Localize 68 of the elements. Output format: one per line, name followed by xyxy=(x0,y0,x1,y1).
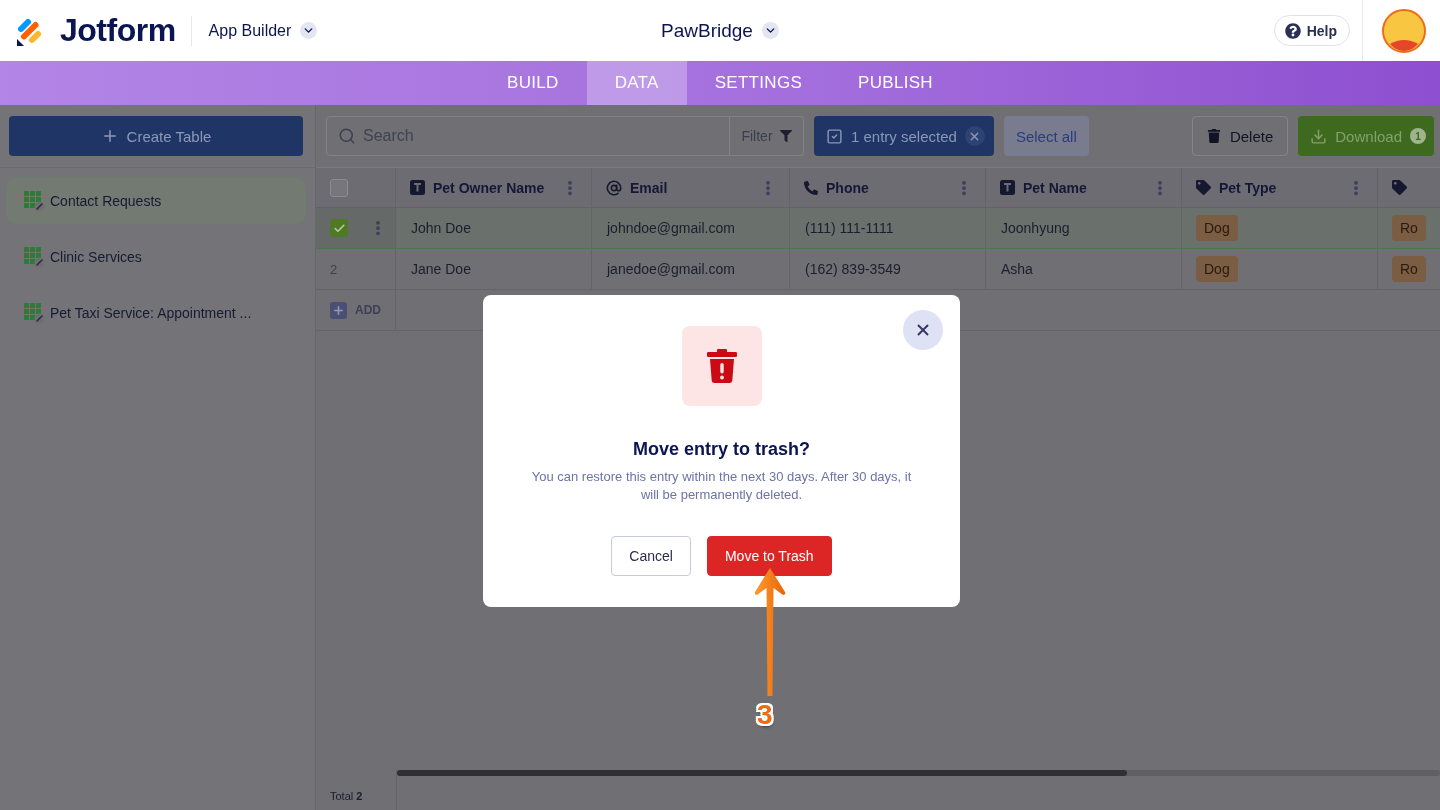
table-row[interactable]: John Doe johndoe@gmail.com (111) 111-1111 Joonhyung Dog Ro xyxy=(316,208,1440,249)
sidebar-item[interactable]: Clinic Services xyxy=(6,233,306,280)
filter-icon xyxy=(779,130,792,142)
product-menu[interactable]: App Builder xyxy=(208,21,318,40)
chevron-down-icon xyxy=(761,22,779,39)
row-checkbox[interactable] xyxy=(330,219,348,237)
move-to-trash-button[interactable]: Move to Trash xyxy=(706,536,832,576)
trash-icon xyxy=(1206,129,1221,143)
table-cell: Joonhyung xyxy=(986,208,1182,248)
table-cell: Asha xyxy=(986,249,1182,289)
table-icon xyxy=(23,245,45,268)
sidebar-item[interactable]: Contact Requests xyxy=(6,177,306,224)
phone-icon xyxy=(804,180,818,195)
nav-tab[interactable]: DATA xyxy=(586,61,687,105)
checkbox-icon xyxy=(826,127,843,145)
sidebar-item[interactable]: Pet Taxi Service: Appointment ... xyxy=(6,289,306,336)
column-title: Pet Owner Name xyxy=(433,179,546,196)
app-name-menu[interactable]: PawBridge xyxy=(661,19,779,42)
select-all-checkbox[interactable] xyxy=(330,178,348,197)
step-number: 3 xyxy=(757,699,773,731)
trash-warning-icon xyxy=(681,326,762,406)
download-icon xyxy=(1310,127,1328,145)
nav-tab[interactable]: BUILD xyxy=(479,61,587,105)
text-type-icon xyxy=(410,180,425,195)
check-icon xyxy=(332,221,346,235)
category-tag: Ro xyxy=(1392,215,1426,241)
close-button[interactable] xyxy=(903,310,943,350)
chevron-down-icon xyxy=(300,22,318,39)
category-tag: Ro xyxy=(1392,256,1426,282)
select-all-button[interactable]: Select all xyxy=(1003,116,1089,156)
dialog-title: Move entry to trash? xyxy=(633,438,810,460)
category-tag: Dog xyxy=(1196,215,1238,241)
selection-button[interactable]: 1 entry selected xyxy=(814,116,994,156)
download-count: 1 xyxy=(1410,128,1426,144)
category-tag: Dog xyxy=(1196,256,1238,282)
dialog-message: You can restore this entry within the next 30 days. After 30 days, it will be permanently deleted. xyxy=(530,468,913,504)
column-title: Pet Name xyxy=(1023,179,1088,196)
delete-button[interactable]: Delete xyxy=(1191,116,1289,156)
table-icon xyxy=(23,301,45,324)
avatar-icon[interactable] xyxy=(1382,8,1426,53)
horizontal-scrollbar[interactable] xyxy=(397,770,1440,776)
help-button[interactable]: Help xyxy=(1273,15,1350,46)
tag-icon xyxy=(1392,180,1407,195)
tag-icon xyxy=(1196,180,1211,195)
cancel-button[interactable]: Cancel xyxy=(611,536,691,576)
help-icon xyxy=(1284,22,1301,39)
table-cell: (162) 839-3549 xyxy=(790,249,986,289)
logo-text: Jotform xyxy=(60,12,176,49)
table-cell: janedoe@gmail.com xyxy=(592,249,790,289)
create-table-button[interactable]: Create Table xyxy=(9,116,303,156)
table-icon xyxy=(23,189,45,212)
table-cell: johndoe@gmail.com xyxy=(592,208,790,248)
close-icon xyxy=(964,126,985,146)
total-count: Total 2 xyxy=(330,790,363,802)
plus-icon xyxy=(330,301,347,319)
nav-tab[interactable]: SETTINGS xyxy=(686,61,831,105)
table-cell: Jane Doe xyxy=(396,249,592,289)
at-sign-icon xyxy=(606,179,622,196)
column-title: Pet Type xyxy=(1219,179,1278,196)
search-icon xyxy=(338,127,356,145)
column-title: Email xyxy=(630,179,669,196)
column-title: Phone xyxy=(826,179,870,196)
nav-tab[interactable]: PUBLISH xyxy=(830,61,961,105)
table-cell: (111) 111-1111 xyxy=(790,208,986,248)
text-type-icon xyxy=(1000,180,1015,195)
scrollbar-thumb[interactable] xyxy=(397,770,1128,776)
download-button[interactable]: Download 1 xyxy=(1298,116,1434,156)
table-cell: John Doe xyxy=(396,208,592,248)
